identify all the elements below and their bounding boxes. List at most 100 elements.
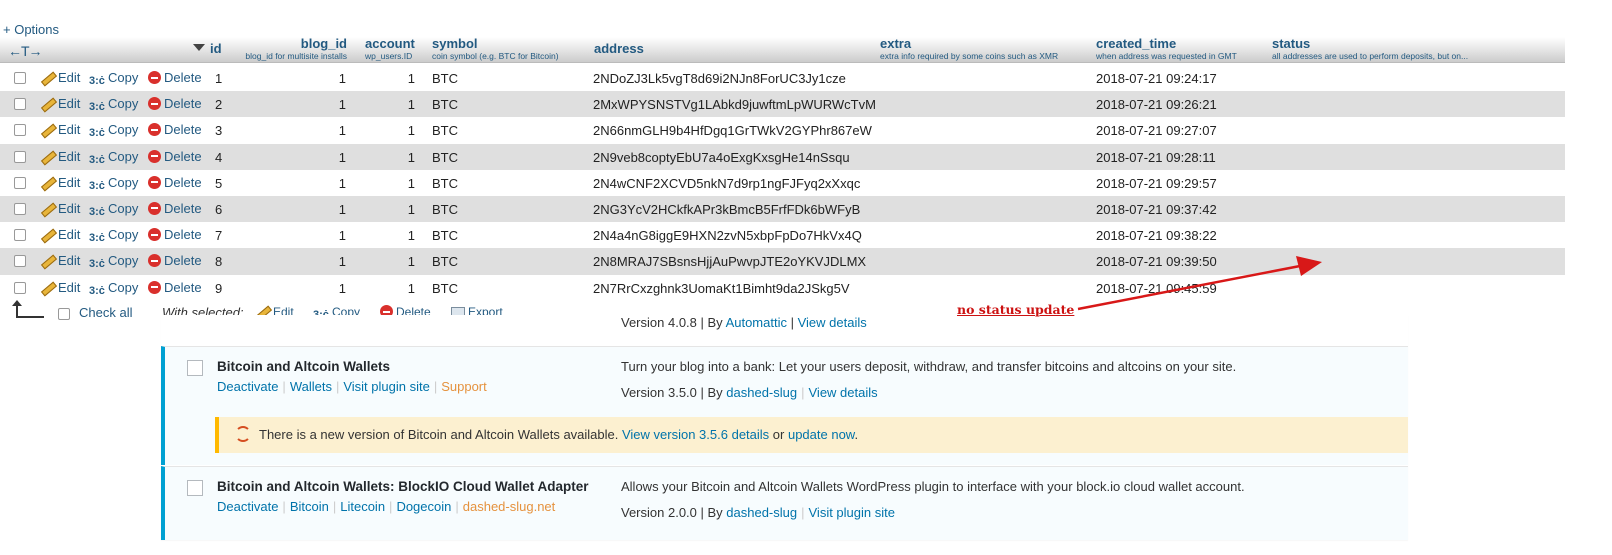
- cell-created-time: 2018-07-21 09:28:11: [1096, 149, 1216, 165]
- row-edit-button[interactable]: Edit: [40, 280, 80, 295]
- row-copy-button[interactable]: 3:ċ Copy: [89, 253, 138, 271]
- row-checkbox[interactable]: [14, 229, 26, 242]
- row-copy-button[interactable]: 3:ċ Copy: [89, 70, 138, 88]
- support-link[interactable]: Support: [441, 379, 487, 394]
- row-edit-button[interactable]: Edit: [40, 253, 80, 268]
- row-copy-button[interactable]: 3:ċ Copy: [89, 280, 138, 298]
- plugin-author-link[interactable]: dashed-slug: [726, 385, 797, 400]
- header-created-time-title[interactable]: created_time: [1096, 37, 1237, 50]
- row-copy-button[interactable]: 3:ċ Copy: [89, 227, 138, 245]
- visit-plugin-site-link[interactable]: Visit plugin site: [809, 505, 895, 520]
- row-checkbox[interactable]: [14, 72, 26, 84]
- partial-view-details-link[interactable]: View details: [798, 315, 867, 330]
- row-edit-button[interactable]: Edit: [40, 201, 80, 216]
- plugin-select-checkbox[interactable]: [187, 360, 203, 376]
- cell-symbol: BTC: [432, 175, 458, 191]
- row-delete-button[interactable]: Delete: [148, 253, 202, 268]
- plugin-name: Bitcoin and Altcoin Wallets: [217, 359, 391, 374]
- cell-blog-id: 1: [338, 201, 346, 217]
- row-checkbox[interactable]: [14, 202, 26, 215]
- bitcoin-link[interactable]: Bitcoin: [290, 499, 329, 514]
- deactivate-link[interactable]: Deactivate: [217, 499, 278, 514]
- check-all-link[interactable]: Check all: [79, 305, 132, 320]
- row-edit-button[interactable]: Edit: [40, 175, 80, 190]
- row-delete-button[interactable]: Delete: [148, 175, 202, 190]
- header-status[interactable]: status all addresses are used to perform…: [1272, 37, 1482, 62]
- row-copy-button[interactable]: 3:ċ Copy: [89, 201, 138, 219]
- litecoin-link[interactable]: Litecoin: [340, 499, 385, 514]
- cell-account: 1: [407, 254, 415, 270]
- delete-icon: [148, 254, 161, 268]
- delete-icon: [148, 175, 161, 189]
- delete-icon: [148, 97, 161, 111]
- row-copy-label: Copy: [108, 122, 139, 138]
- row-delete-button[interactable]: Delete: [148, 280, 202, 295]
- cell-address: 2NDoZJ3Lk5vgT8d69i2NJn8ForUC3Jy1cze: [593, 71, 846, 86]
- row-copy-button[interactable]: 3:ċ Copy: [89, 96, 138, 114]
- row-checkbox[interactable]: [14, 98, 26, 111]
- row-edit-button[interactable]: Edit: [40, 70, 80, 85]
- row-checkbox[interactable]: [14, 255, 26, 268]
- copy-icon: 3:ċ: [89, 101, 105, 114]
- header-extra-title[interactable]: extra: [880, 37, 1058, 50]
- row-delete-button[interactable]: Delete: [148, 96, 202, 111]
- deactivate-link[interactable]: Deactivate: [217, 379, 278, 394]
- view-version-details-link[interactable]: View version 3.5.6 details: [622, 427, 769, 442]
- row-checkbox[interactable]: [14, 281, 26, 294]
- plugin-select-checkbox[interactable]: [187, 480, 203, 496]
- update-now-link[interactable]: update now: [788, 427, 855, 442]
- row-checkbox[interactable]: [14, 150, 26, 163]
- row-delete-button[interactable]: Delete: [148, 70, 202, 85]
- header-account-title[interactable]: account: [365, 37, 415, 50]
- header-id-title[interactable]: id: [210, 42, 222, 55]
- cell-id: 7: [215, 228, 223, 244]
- row-copy-button[interactable]: 3:ċ Copy: [89, 175, 138, 193]
- cell-id: 6: [215, 201, 223, 217]
- row-copy-button[interactable]: 3:ċ Copy: [89, 149, 138, 167]
- row-checkbox[interactable]: [14, 124, 26, 137]
- column-arrows-control[interactable]: ←T→: [8, 43, 43, 59]
- cell-blog-id: 1: [338, 280, 346, 296]
- row-edit-label: Edit: [58, 253, 81, 269]
- row-edit-button[interactable]: Edit: [40, 149, 80, 164]
- row-delete-label: Delete: [164, 148, 202, 164]
- row-delete-button[interactable]: Delete: [148, 122, 202, 137]
- row-edit-button[interactable]: Edit: [40, 122, 80, 137]
- header-symbol-title[interactable]: symbol: [432, 37, 559, 50]
- sort-dropdown-icon[interactable]: [193, 44, 205, 51]
- header-address-title[interactable]: address: [594, 42, 644, 55]
- header-extra[interactable]: extra extra info required by some coins …: [880, 37, 1058, 62]
- header-account[interactable]: account wp_users.ID: [365, 37, 415, 62]
- dogecoin-link[interactable]: Dogecoin: [396, 499, 451, 514]
- header-blog-id-title[interactable]: blog_id: [240, 37, 347, 50]
- row-copy-button[interactable]: 3:ċ Copy: [89, 122, 138, 140]
- row-copy-label: Copy: [108, 279, 139, 295]
- dashed-slug-net-link[interactable]: dashed-slug.net: [463, 499, 556, 514]
- partial-author-link[interactable]: Automattic: [726, 315, 787, 330]
- row-checkbox[interactable]: [14, 176, 26, 189]
- row-delete-button[interactable]: Delete: [148, 201, 202, 216]
- row-delete-button[interactable]: Delete: [148, 227, 202, 242]
- row-delete-button[interactable]: Delete: [148, 149, 202, 164]
- options-link[interactable]: + Options: [3, 22, 59, 37]
- visit-plugin-site-link[interactable]: Visit plugin site: [343, 379, 429, 394]
- view-details-link[interactable]: View details: [809, 385, 878, 400]
- plugin-row-wallets: Bitcoin and Altcoin Wallets Deactivate | W…: [161, 346, 1408, 465]
- cell-created-time: 2018-07-21 09:26:21: [1096, 97, 1217, 113]
- row-edit-button[interactable]: Edit: [40, 96, 80, 111]
- header-blog-id[interactable]: blog_id blog_id for multisite installs: [240, 37, 347, 62]
- row-edit-button[interactable]: Edit: [40, 227, 80, 242]
- check-all-checkbox[interactable]: [58, 308, 70, 320]
- row-edit-label: Edit: [58, 227, 81, 243]
- copy-icon: 3:ċ: [89, 205, 105, 218]
- header-address[interactable]: address: [594, 42, 644, 55]
- row-edit-label: Edit: [58, 279, 81, 295]
- cell-address: 2N4a4nG8iggE9HXN2zvN5xbpFpDo7HkVx4Q: [593, 228, 862, 244]
- plugin-author-link[interactable]: dashed-slug: [726, 505, 797, 520]
- header-status-title[interactable]: status: [1272, 37, 1482, 50]
- wallets-link[interactable]: Wallets: [290, 379, 332, 394]
- header-symbol[interactable]: symbol coin symbol (e.g. BTC for Bitcoin…: [432, 37, 559, 62]
- header-id[interactable]: id: [210, 42, 222, 55]
- header-created-time[interactable]: created_time when address was requested …: [1096, 37, 1237, 62]
- header-blog-id-comment: blog_id for multisite installs: [245, 51, 347, 61]
